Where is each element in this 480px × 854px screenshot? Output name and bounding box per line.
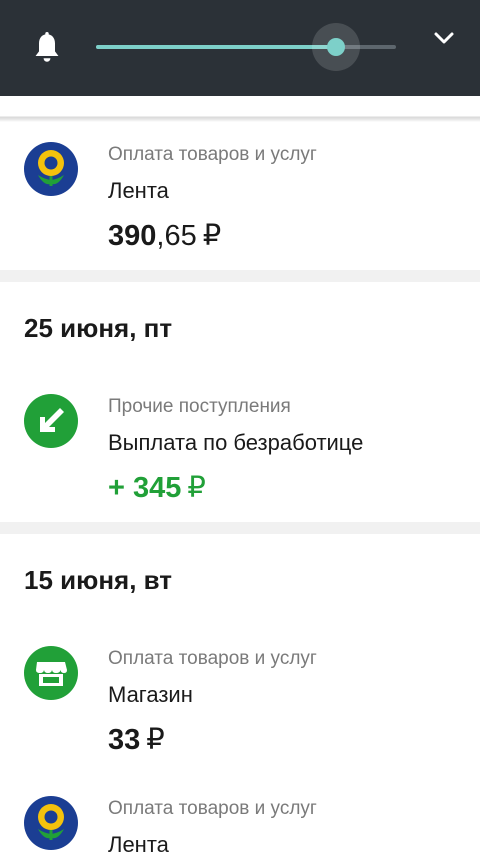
transaction-merchant: Лента [108, 178, 169, 203]
transaction-amount: 33 ₽ [108, 722, 165, 757]
section-separator [0, 270, 480, 282]
amount-fraction: ,65 [156, 220, 197, 252]
date-header: 15 июня, вт [24, 565, 173, 595]
transaction-item[interactable]: Оплата товаров и услуг Лента 390,65 ₽ [0, 142, 480, 282]
lenta-logo-icon [24, 142, 78, 196]
currency-sign: ₽ [146, 724, 165, 756]
amount-integer: 33 [108, 724, 141, 756]
transaction-item[interactable]: Прочие поступления Выплата по безработиц… [0, 394, 480, 534]
transaction-merchant: Выплата по безработице [108, 430, 364, 455]
section-separator [0, 522, 480, 534]
transaction-category: Оплата товаров и услуг [108, 798, 317, 819]
transaction-merchant: Магазин [108, 682, 193, 707]
top-bar [0, 0, 480, 96]
slider-thumb[interactable] [327, 38, 345, 56]
transaction-amount: + 345 ₽ [108, 470, 206, 505]
income-arrow-icon [24, 394, 78, 448]
lenta-logo-icon [24, 796, 78, 850]
amount-integer: + 345 [108, 472, 182, 504]
transaction-category: Прочие поступления [108, 396, 291, 417]
slider-fill [96, 45, 336, 49]
shop-icon [24, 646, 78, 700]
currency-sign: ₽ [202, 220, 222, 252]
bell-icon[interactable] [33, 32, 61, 64]
transaction-merchant: Лента [108, 832, 169, 854]
top-shadow [0, 96, 480, 122]
date-header: 25 июня, пт [24, 313, 173, 343]
amount-integer: 390 [108, 220, 157, 252]
chevron-down-icon[interactable] [432, 28, 456, 48]
transaction-item[interactable]: Оплата товаров и услуг Магазин 33 ₽ [0, 646, 480, 786]
currency-sign: ₽ [187, 472, 206, 504]
transaction-item[interactable]: Оплата товаров и услуг Лента [0, 796, 480, 854]
transaction-amount: 390,65 ₽ [108, 218, 221, 253]
slider-track[interactable] [96, 23, 396, 71]
transaction-category: Оплата товаров и услуг [108, 144, 317, 165]
transaction-category: Оплата товаров и услуг [108, 648, 317, 669]
